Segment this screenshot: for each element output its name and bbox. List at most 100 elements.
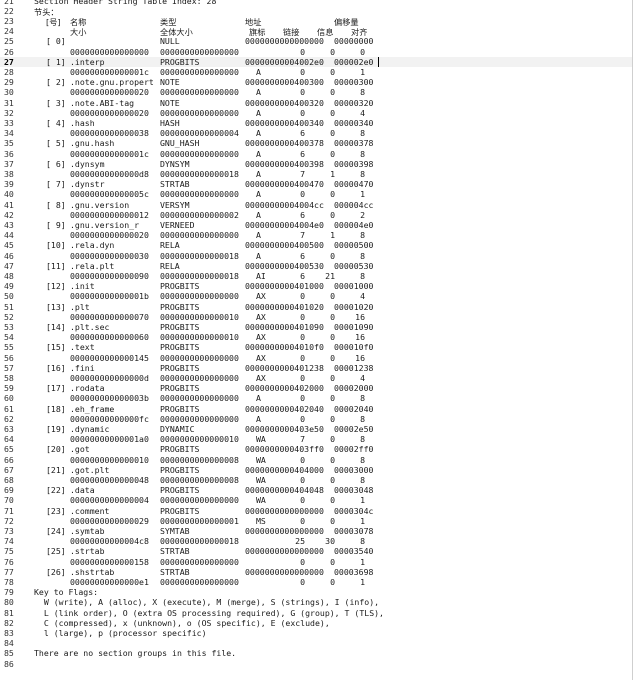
editor-line[interactable]: 29 [ 2] .note.gnu.propert NOTE 0000000000400… [0, 77, 632, 87]
editor-line[interactable]: 26 0000000000000000 0000000000000000 0 0 0 [0, 47, 632, 57]
editor-line[interactable]: 30 0000000000000020 0000000000000000 A 0 0 8 [0, 87, 632, 97]
section-entsize: 0000000000000000 [160, 46, 239, 57]
editor-line[interactable]: 53 [14] .plt.sec PROGBITS 0000000000401090 00… [0, 322, 632, 332]
editor-line[interactable]: 49 [12] .init PROGBITS 0000000000401000 00001… [0, 281, 632, 291]
editor-line[interactable]: 64 00000000000001a0 0000000000000010 WA 7 0 8 [0, 434, 632, 444]
editor-line[interactable]: 38 00000000000000d8 0000000000000018 A 7 1 8 [0, 169, 632, 179]
editor-line[interactable]: 56 0000000000000145 0000000000000000 AX 0 0 16 [0, 353, 632, 363]
editor-line[interactable]: 58 000000000000000d 0000000000000000 AX 0 0 4 [0, 373, 632, 383]
section-flags: AI [256, 270, 266, 281]
editor-line[interactable]: 35 [ 5] .gnu.hash GNU_HASH 0000000000400378 0… [0, 138, 632, 148]
no-section-groups-text: There are no section groups in this file… [34, 648, 237, 659]
editor-line[interactable]: 22 节头： [0, 6, 632, 17]
editor-line[interactable]: 65 [20] .got PROGBITS 0000000000403ff0 00002f… [0, 444, 632, 454]
section-address: 0000000000400530 [245, 260, 324, 271]
editor-line[interactable]: 85 There are no section groups in this fi… [0, 648, 632, 658]
section-address: 0000000000400470 [245, 179, 324, 190]
section-num: [22] [46, 485, 66, 496]
editor-line[interactable]: 51 [13] .plt PROGBITS 0000000000401020 000010… [0, 302, 632, 312]
line-number: 21 [4, 0, 14, 6]
editor-line[interactable]: 28 000000000000001c 0000000000000000 A 0 0 1 [0, 67, 632, 77]
section-entsize: 0000000000000000 [160, 230, 239, 241]
section-align: 2 [360, 209, 365, 220]
text-editor[interactable]: 21 Section Header String Table Index: 28 2… [0, 0, 640, 680]
editor-line[interactable]: 86 [0, 659, 632, 669]
section-link: 0 [300, 311, 305, 322]
editor-line[interactable]: 45 [10] .rela.dyn RELA 0000000000400500 00000… [0, 240, 632, 250]
editor-line[interactable]: 83 l (large), p (processor specific) [0, 628, 632, 638]
line-number: 37 [4, 158, 14, 169]
editor-line[interactable]: 27 [ 1] .interp PROGBITS 00000000004002e0 000… [0, 56, 632, 67]
editor-line[interactable]: 55 [15] .text PROGBITS 00000000004010f0 00001… [0, 342, 632, 352]
line-number: 42 [4, 209, 14, 220]
editor-line[interactable]: 34 0000000000000038 0000000000000004 A 6 0 8 [0, 128, 632, 138]
editor-line[interactable]: 24 大小 全体大小 旗标 链接 信息 对齐 [0, 26, 632, 37]
editor-line[interactable]: 31 [ 3] .note.ABI-tag NOTE 0000000000400320 0… [0, 98, 632, 108]
section-size: 00000000000004c8 [70, 536, 149, 547]
editor-line[interactable]: 60 000000000000003b 0000000000000000 A 0 0 8 [0, 393, 632, 403]
section-address: 0000000000400398 [245, 158, 324, 169]
editor-line[interactable]: 71 [23] .comment PROGBITS 0000000000000000 00… [0, 506, 632, 516]
editor-line[interactable]: 68 0000000000000048 0000000000000008 WA 0 0 8 [0, 475, 632, 485]
editor-line[interactable]: 39 [ 7] .dynstr STRTAB 0000000000400470 00000… [0, 179, 632, 189]
editor-line[interactable]: 69 [22] .data PROGBITS 0000000000404048 00003… [0, 485, 632, 495]
section-info: 0 [330, 352, 335, 363]
editor-line[interactable]: 21 Section Header String Table Index: 28 [0, 0, 632, 6]
editor-line[interactable]: 43 [ 9] .gnu.version_r VERNEED 0000000000400… [0, 220, 632, 230]
section-num: [ 4] [46, 117, 66, 128]
editor-line[interactable]: 40 000000000000005c 0000000000000000 A 0 0 1 [0, 189, 632, 199]
line-number: 76 [4, 556, 14, 567]
section-num: [14] [46, 321, 66, 332]
editor-line[interactable]: 44 0000000000000020 0000000000000000 A 7 1 8 [0, 230, 632, 240]
section-type: RELA [160, 260, 180, 271]
editor-line[interactable]: 54 0000000000000060 0000000000000010 AX 0 0 16 [0, 332, 632, 342]
editor-line[interactable]: 46 0000000000000030 0000000000000018 A 6 0 8 [0, 251, 632, 261]
editor-line[interactable]: 47 [11] .rela.plt RELA 0000000000400530 00000… [0, 261, 632, 271]
editor-line[interactable]: 72 0000000000000029 0000000000000001 MS 0 0 1 [0, 516, 632, 526]
editor-line[interactable]: 70 0000000000000004 0000000000000000 WA 0 0 1 [0, 495, 632, 505]
editor-line[interactable]: 61 [18] .eh_frame PROGBITS 0000000000402040 0… [0, 404, 632, 414]
section-type: PROGBITS [160, 403, 200, 414]
editor-line[interactable]: 59 [17] .rodata PROGBITS 0000000000402000 000… [0, 383, 632, 393]
editor-line[interactable]: 57 [16] .fini PROGBITS 0000000000401238 00001… [0, 363, 632, 373]
editor-line[interactable]: 23 [号] 名称 类型 地址 偏移量 [0, 16, 632, 27]
editor-line[interactable]: 25[ 0] NULL 0000000000000000 00000000 [0, 36, 632, 46]
line-number: 39 [4, 179, 14, 190]
section-num: [12] [46, 281, 66, 292]
editor-line[interactable]: 33 [ 4] .hash HASH 0000000000400340 00000340 [0, 118, 632, 128]
section-flags: A [256, 393, 261, 404]
editor-line[interactable]: 76 0000000000000158 0000000000000000 0 0 1 [0, 557, 632, 567]
section-align: 16 [355, 332, 365, 343]
editor-line[interactable]: 80 W (write), A (alloc), X (execute), M … [0, 597, 632, 607]
editor-line[interactable]: 75 [25] .strtab STRTAB 0000000000000000 00003… [0, 546, 632, 556]
editor-line[interactable]: 82 C (compressed), x (unknown), o (OS sp… [0, 618, 632, 628]
editor-line[interactable]: 42 0000000000000012 0000000000000002 A 6 0 2 [0, 210, 632, 220]
editor-line[interactable]: 74 00000000000004c8 0000000000000018 25 30 8 [0, 536, 632, 546]
editor-line[interactable]: 62 00000000000000fc 0000000000000000 A 0 0 8 [0, 414, 632, 424]
editor-line[interactable]: 81 L (link order), O (extra OS processin… [0, 608, 632, 618]
editor-line[interactable]: 52 0000000000000070 0000000000000010 AX 0 0 16 [0, 312, 632, 322]
editor-line[interactable]: 63 [19] .dynamic DYNAMIC 0000000000403e50 000… [0, 424, 632, 434]
section-address: 00000000004004e0 [245, 219, 324, 230]
editor-line[interactable]: 36 000000000000001c 0000000000000000 A 6 0 8 [0, 149, 632, 159]
section-flags: A [256, 107, 261, 118]
editor-line[interactable]: 32 0000000000000020 0000000000000000 A 0 0 4 [0, 108, 632, 118]
section-info: 0 [330, 107, 335, 118]
editor-line[interactable]: 50 000000000000001b 0000000000000000 AX 0 0 4 [0, 291, 632, 301]
line-number: 25 [4, 36, 14, 47]
editor-line[interactable]: 66 0000000000000010 0000000000000008 WA 0 0 8 [0, 455, 632, 465]
editor-line[interactable]: 48 0000000000000090 0000000000000018 AI 6 21 8 [0, 271, 632, 281]
editor-line[interactable]: 41 [ 8] .gnu.version VERSYM 00000000004004cc… [0, 200, 632, 210]
editor-right-border [632, 0, 633, 680]
section-info: 0 [330, 46, 335, 57]
editor-line[interactable]: 37 [ 6] .dynsym DYNSYM 0000000000400398 00000… [0, 159, 632, 169]
section-name: .gnu.hash [70, 138, 115, 149]
editor-line[interactable]: 67 [21] .got.plt PROGBITS 0000000000404000 00… [0, 465, 632, 475]
editor-line[interactable]: 73 [24] .symtab SYMTAB 0000000000000000 00003… [0, 526, 632, 536]
section-offset: 000002e0 [334, 56, 374, 67]
editor-line[interactable]: 84 [0, 638, 632, 648]
section-flags: A [256, 168, 261, 179]
editor-line[interactable]: 77 [26] .shstrtab STRTAB 0000000000000000 000… [0, 567, 632, 577]
editor-line[interactable]: 79 Key to Flags: [0, 587, 632, 597]
editor-line[interactable]: 78 00000000000000e1 0000000000000000 0 0 1 [0, 577, 632, 587]
